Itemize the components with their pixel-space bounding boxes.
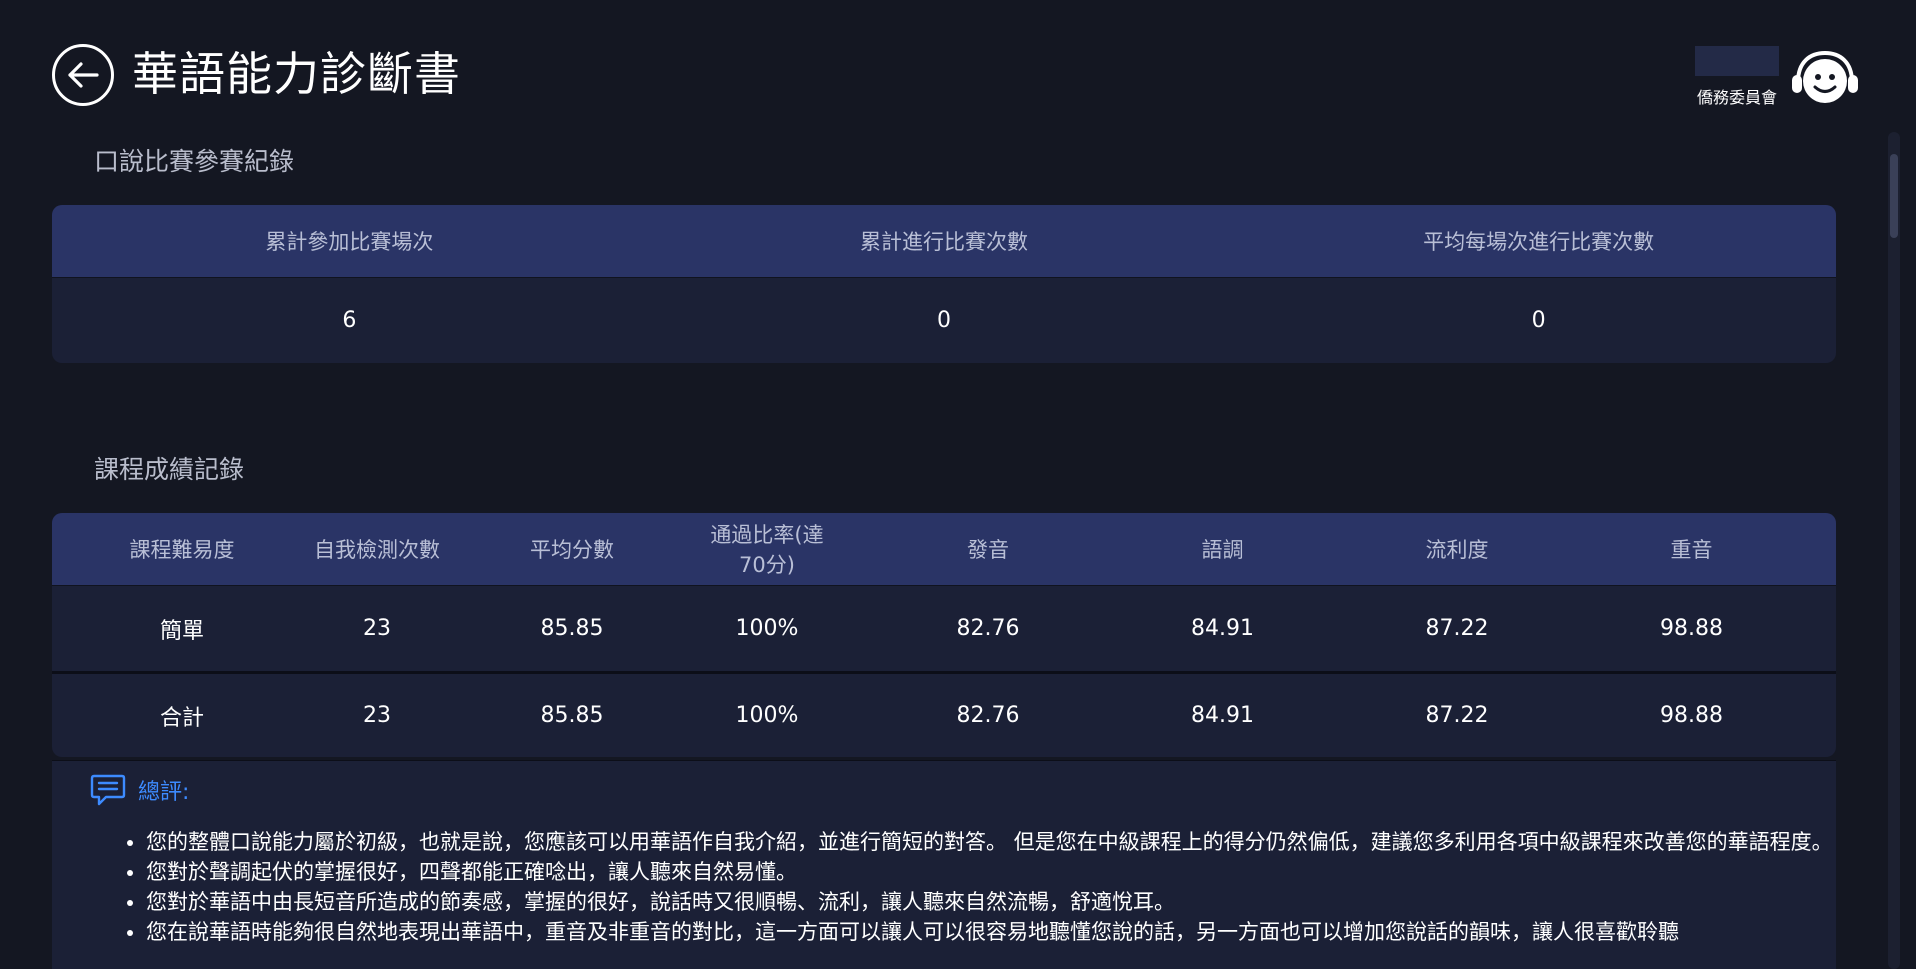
avg-score-cell: 85.85 bbox=[540, 703, 604, 728]
col-header-pass-rate: 通過比率(達70分) bbox=[710, 523, 824, 577]
avg-score-cell: 85.85 bbox=[540, 616, 604, 641]
total-events-value: 6 bbox=[342, 308, 357, 333]
page-title: 華語能力診斷書 bbox=[132, 47, 461, 101]
list-item: 您的整體口說能力屬於初級，也就是說，您應該可以用華語作自我介紹，並進行簡短的對答… bbox=[146, 827, 1846, 857]
col-header-stress: 重音 bbox=[1670, 538, 1713, 562]
self-test-count-cell: 23 bbox=[363, 616, 391, 641]
course-table: 課程難易度 自我檢測次數 平均分數 通過比率(達70分) 發音 語調 流利度 重… bbox=[52, 513, 1836, 757]
list-item: 您對於華語中由長短音所造成的節奏感，掌握的很好，說話時又很順暢、流利，讓人聽來自… bbox=[146, 887, 1846, 917]
difficulty-cell: 簡單 bbox=[159, 618, 204, 644]
back-arrow-icon bbox=[68, 62, 99, 88]
col-header-total-events: 累計參加比賽場次 bbox=[265, 230, 434, 254]
intonation-cell: 84.91 bbox=[1191, 703, 1254, 728]
col-header-total-matches: 累計進行比賽次數 bbox=[860, 230, 1028, 254]
col-header-difficulty: 課程難易度 bbox=[129, 538, 235, 562]
col-header-avg-matches: 平均每場次進行比賽次數 bbox=[1423, 230, 1655, 254]
org-logo bbox=[1695, 46, 1779, 76]
comment-icon bbox=[90, 774, 126, 806]
list-item: 您在說華語時能夠很自然地表現出華語中，重音及非重音的對比，這一方面可以讓人可以很… bbox=[146, 917, 1846, 947]
pass-rate-cell: 100% bbox=[735, 616, 799, 641]
avg-matches-value: 0 bbox=[1531, 308, 1546, 333]
table-row-total: 合計 23 85.85 100% 82.76 84.91 87.22 98.88 bbox=[52, 671, 1836, 757]
table-row: 簡單 23 85.85 100% 82.76 84.91 87.22 98.88 bbox=[52, 585, 1836, 671]
header: 華語能力診斷書 僑務委員會 bbox=[0, 0, 1916, 140]
stress-cell: 98.88 bbox=[1660, 703, 1723, 728]
list-item: 您對於聲調起伏的掌握很好，四聲都能正確唸出，讓人聽來自然易懂。 bbox=[146, 857, 1846, 887]
scrollbar-thumb[interactable] bbox=[1890, 154, 1898, 238]
course-section-title: 課程成績記錄 bbox=[94, 455, 245, 484]
col-header-fluency: 流利度 bbox=[1425, 538, 1489, 562]
pronunciation-cell: 82.76 bbox=[956, 616, 1020, 641]
difficulty-cell: 合計 bbox=[159, 705, 204, 731]
self-test-count-cell: 23 bbox=[363, 703, 391, 728]
pronunciation-cell: 82.76 bbox=[956, 703, 1020, 728]
total-matches-value: 0 bbox=[937, 308, 951, 333]
table-row: 6 0 0 bbox=[52, 277, 1836, 363]
back-button[interactable] bbox=[52, 44, 114, 106]
stress-cell: 98.88 bbox=[1660, 616, 1723, 641]
competition-table-header: 累計參加比賽場次 累計進行比賽次數 平均每場次進行比賽次數 bbox=[52, 205, 1836, 277]
competition-table: 累計參加比賽場次 累計進行比賽次數 平均每場次進行比賽次數 6 0 0 bbox=[52, 205, 1836, 363]
intonation-cell: 84.91 bbox=[1191, 616, 1254, 641]
scrollbar-track[interactable] bbox=[1888, 132, 1900, 969]
col-header-intonation: 語調 bbox=[1201, 538, 1244, 562]
col-header-avg-score: 平均分數 bbox=[530, 538, 614, 562]
review-panel: 總評: 您的整體口說能力屬於初級，也就是說，您應該可以用華語作自我介紹，並進行簡… bbox=[52, 760, 1836, 969]
org-logo-block: 僑務委員會 bbox=[1692, 46, 1782, 108]
course-table-header: 課程難易度 自我檢測次數 平均分數 通過比率(達70分) 發音 語調 流利度 重… bbox=[52, 513, 1836, 585]
col-header-self-test-count: 自我檢測次數 bbox=[314, 538, 440, 562]
pass-rate-cell: 100% bbox=[735, 703, 799, 728]
col-header-pronunciation: 發音 bbox=[967, 538, 1009, 562]
review-header: 總評: bbox=[90, 773, 189, 807]
fluency-cell: 87.22 bbox=[1425, 703, 1489, 728]
review-list: 您的整體口說能力屬於初級，也就是說，您應該可以用華語作自我介紹，並進行簡短的對答… bbox=[146, 827, 1846, 947]
review-label: 總評: bbox=[138, 780, 190, 805]
org-name: 僑務委員會 bbox=[1696, 88, 1777, 107]
competition-section-title: 口說比賽參賽紀錄 bbox=[94, 147, 295, 176]
fluency-cell: 87.22 bbox=[1425, 616, 1489, 641]
customer-service-icon[interactable] bbox=[1790, 50, 1860, 108]
